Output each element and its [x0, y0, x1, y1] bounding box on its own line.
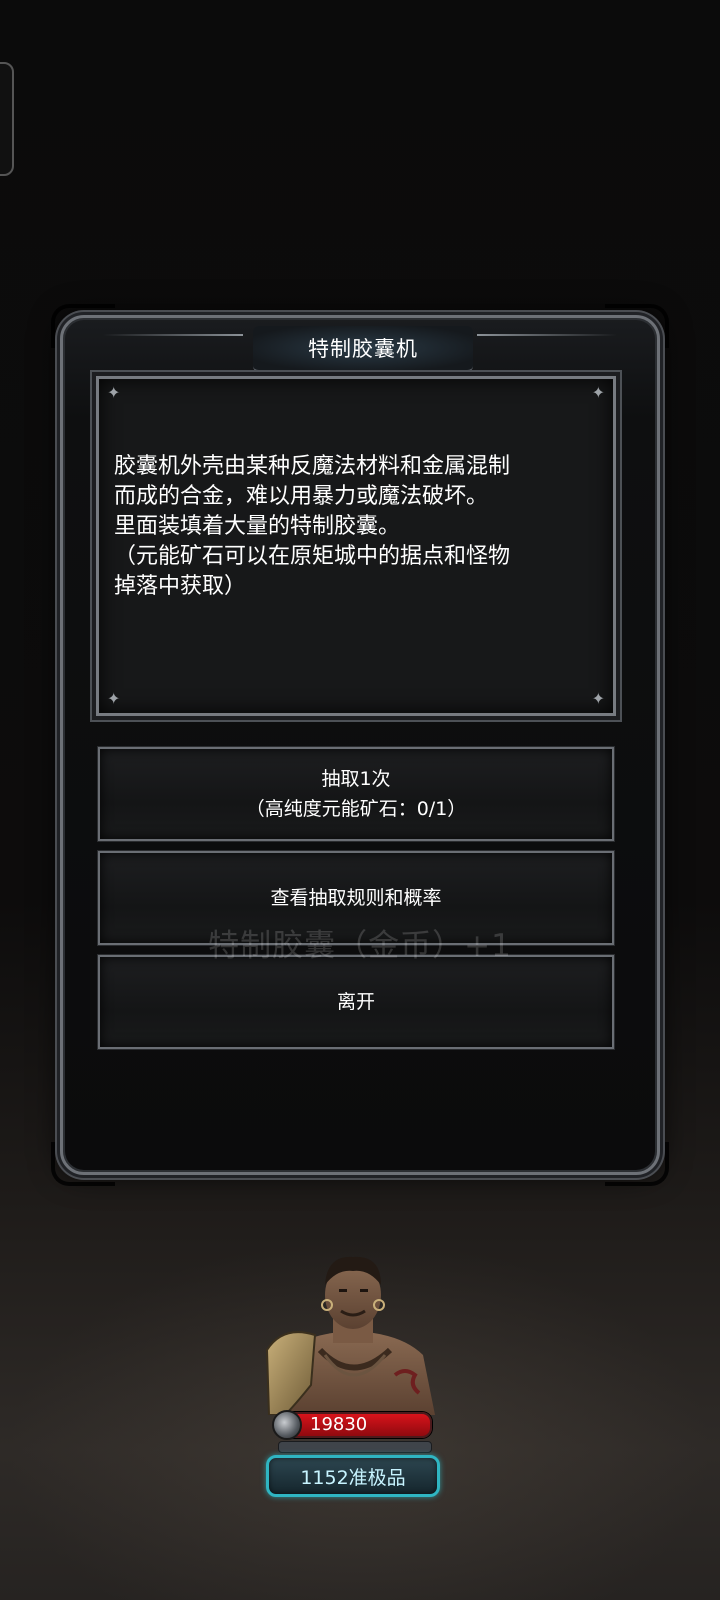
sparkle-icon: ✦: [591, 383, 605, 402]
character-portrait: [265, 1256, 435, 1415]
frame-ornament-top-right: [605, 304, 669, 348]
draw-once-label: 抽取1次: [321, 768, 391, 790]
draw-cost-label: （高纯度元能矿石：0/1）: [245, 798, 467, 820]
leave-label: 离开: [336, 991, 375, 1013]
side-edge-tab[interactable]: [0, 62, 14, 176]
frame-ornament-top-left: [51, 304, 115, 348]
health-bar: 19830: [272, 1410, 432, 1440]
view-rules-label: 查看抽取规则和概率: [270, 887, 442, 909]
grade-badge[interactable]: 1152准极品: [266, 1455, 440, 1497]
dialog-title: 特制胶囊机: [308, 337, 418, 361]
sword-icon: [272, 1410, 302, 1440]
frame-ornament-bottom-right: [605, 1142, 669, 1186]
title-ornament-right: [477, 334, 617, 336]
capsule-machine-dialog: 特制胶囊机 ✦ ✦ ✦ ✦ 胶囊机外壳由某种反魔法材料和金属混制 而成的合金，难…: [51, 304, 669, 1186]
sparkle-icon: ✦: [107, 383, 121, 402]
frame-ornament-bottom-left: [51, 1142, 115, 1186]
draw-once-button[interactable]: 抽取1次 （高纯度元能矿石：0/1）: [98, 747, 614, 841]
game-screen: 特制胶囊机 ✦ ✦ ✦ ✦ 胶囊机外壳由某种反魔法材料和金属混制 而成的合金，难…: [0, 0, 720, 1600]
sparkle-icon: ✦: [107, 689, 121, 708]
sparkle-icon: ✦: [591, 689, 605, 708]
description-text: 胶囊机外壳由某种反魔法材料和金属混制 而成的合金，难以用暴力或魔法破坏。 里面装…: [114, 454, 511, 599]
dialog-title-bar: 特制胶囊机: [253, 326, 473, 372]
view-rules-button[interactable]: 查看抽取规则和概率: [98, 851, 614, 945]
character[interactable]: [265, 1255, 441, 1415]
secondary-bar: [278, 1441, 432, 1453]
description-panel: ✦ ✦ ✦ ✦ 胶囊机外壳由某种反魔法材料和金属混制 而成的合金，难以用暴力或魔…: [96, 376, 616, 716]
health-value: 19830: [310, 1414, 368, 1435]
leave-button[interactable]: 离开: [98, 955, 614, 1049]
title-ornament-left: [103, 334, 243, 336]
